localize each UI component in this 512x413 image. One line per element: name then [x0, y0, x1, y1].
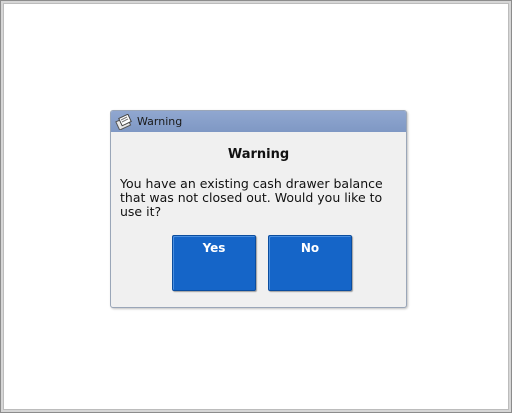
dialog-titlebar[interactable]: Warning: [111, 111, 406, 132]
no-button[interactable]: No: [268, 235, 352, 291]
screen-frame: Warning Warning You have an existing cas…: [0, 0, 512, 413]
warning-dialog-icon: [115, 113, 133, 131]
dialog-heading: Warning: [227, 147, 290, 162]
warning-dialog: Warning Warning You have an existing cas…: [110, 110, 407, 308]
yes-button[interactable]: Yes: [172, 235, 256, 291]
dialog-message: You have an existing cash drawer balance…: [120, 176, 383, 219]
dialog-title: Warning: [137, 115, 183, 128]
